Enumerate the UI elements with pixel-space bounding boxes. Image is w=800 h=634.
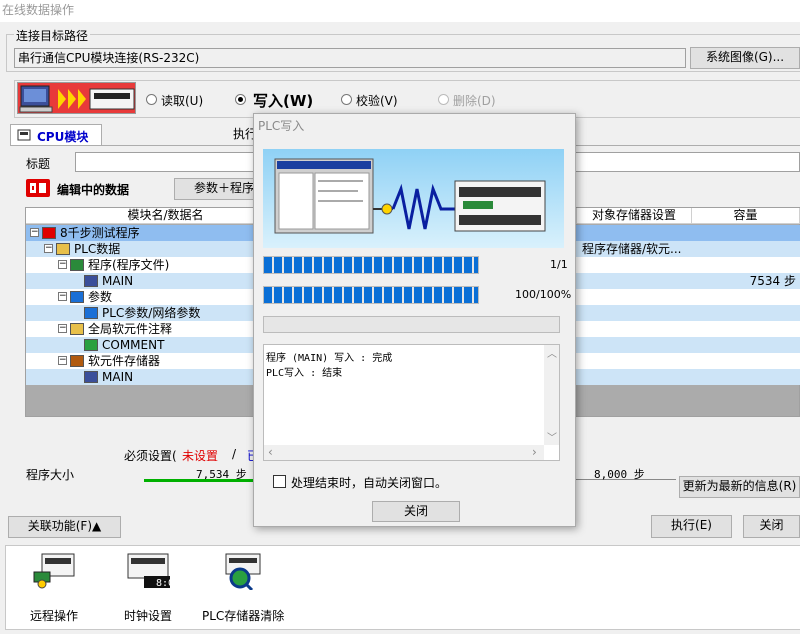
comment-icon [84, 339, 98, 351]
write-radio[interactable] [235, 94, 246, 105]
delete-radio [438, 94, 449, 105]
scroll-left-icon[interactable]: ‹ [268, 445, 273, 459]
auto-close-label[interactable]: 处理结束时，自动关闭窗口。 [291, 474, 447, 491]
title-field-label: 标题 [26, 157, 51, 171]
refresh-info-button[interactable]: 更新为最新的信息(R) [679, 476, 800, 498]
related-functions-panel: 远程操作 8:00 时钟设置 PLC存储器清除 [5, 545, 800, 630]
editing-data-label: 编辑中的数据 [57, 183, 130, 197]
log-area[interactable]: 程序 (MAIN) 写入 : 完成 PLC写入 : 结束 ︿ ﹀ ‹ › [263, 344, 560, 461]
system-image-button[interactable]: 系统图像(G)... [690, 47, 800, 69]
read-radio[interactable] [146, 94, 157, 105]
collapse-icon[interactable]: − [58, 260, 67, 269]
overall-progress-fill [264, 257, 478, 273]
collapse-icon[interactable]: − [44, 244, 53, 253]
log-line-2: PLC写入 : 结束 [266, 368, 343, 379]
write-animation-icon [17, 82, 136, 114]
required-setting-prefix: 必须设置( [124, 449, 177, 463]
overall-progress-bar [263, 256, 479, 274]
plc-memory-clear-shortcut[interactable]: PLC存储器清除 [198, 550, 290, 626]
status-bar [263, 316, 560, 333]
log-line-1: 程序 (MAIN) 写入 : 完成 [266, 353, 393, 364]
overall-progress-text: 1/1 [550, 258, 568, 271]
connection-path-field[interactable]: 串行通信CPU模块连接(RS-232C) [14, 48, 686, 68]
cpu-module-icon [17, 129, 31, 141]
read-label[interactable]: 读取(U) [161, 92, 203, 109]
editing-data-icon [26, 179, 50, 197]
plc-memory-clear-icon [225, 553, 261, 590]
parameter-folder-icon [70, 291, 84, 303]
capacity-value: 8,000 步 [594, 468, 645, 481]
row-name: 参数 [88, 290, 113, 304]
scroll-right-icon[interactable]: › [532, 445, 537, 459]
related-functions-button[interactable]: 关联功能(F)▲ [8, 516, 121, 538]
clock-setting-time: 8:00 [156, 578, 181, 589]
row-name: 软元件存储器 [88, 354, 161, 368]
dialog-close-button[interactable]: 关闭 [372, 501, 460, 522]
program-file-icon [84, 275, 98, 287]
column-header-target[interactable]: 对象存储器设置 [576, 208, 692, 223]
program-size-bar [144, 479, 254, 482]
current-progress-fill [264, 287, 478, 303]
log-horizontal-scrollbar[interactable]: ‹ › [264, 445, 544, 460]
row-name: PLC参数/网络参数 [102, 306, 201, 320]
current-progress-text: 100/100% [515, 288, 572, 301]
current-progress-bar [263, 286, 479, 304]
verify-radio[interactable] [341, 94, 352, 105]
row-capacity: 7534 步 [749, 274, 796, 288]
remote-operation-label: 远程操作 [30, 609, 79, 623]
row-name: PLC数据 [74, 242, 121, 256]
row-name: MAIN [102, 370, 134, 384]
collapse-icon[interactable]: − [58, 356, 67, 365]
verify-label[interactable]: 校验(V) [356, 92, 398, 109]
column-header-capacity[interactable]: 容量 [692, 208, 800, 223]
row-name: 全局软元件注释 [88, 322, 173, 336]
execute-button[interactable]: 执行(E) [651, 515, 732, 538]
auto-close-checkbox[interactable] [273, 475, 286, 488]
delete-label: 删除(D) [453, 94, 496, 108]
plc-write-dialog: PLC写入 1/1 100/100% 程序 (MAIN) 写入 : 完成 PLC… [253, 113, 576, 527]
parameter-icon [84, 307, 98, 319]
clock-setting-shortcut[interactable]: 8:00 时钟设置 [118, 550, 188, 626]
device-memory-icon [84, 371, 98, 383]
required-slash: / [232, 447, 237, 461]
window-title: 在线数据操作 [0, 0, 800, 22]
remote-operation-icon [33, 553, 75, 589]
required-not-set: 未设置 [182, 449, 219, 463]
dialog-title: PLC写入 [254, 114, 575, 138]
log-vertical-scrollbar[interactable]: ︿ ﹀ [544, 345, 559, 445]
scroll-up-icon[interactable]: ︿ [547, 345, 557, 360]
plc-memory-clear-label: PLC存储器清除 [202, 609, 285, 623]
program-folder-icon [70, 259, 84, 271]
tab-cpu-module[interactable]: CPU模块 [10, 124, 102, 146]
program-size-label: 程序大小 [26, 468, 75, 482]
write-label[interactable]: 写入(W) [253, 90, 313, 111]
collapse-icon[interactable]: − [58, 292, 67, 301]
row-name: MAIN [102, 274, 134, 288]
plc-write-illustration [263, 149, 564, 248]
collapse-icon[interactable]: − [30, 228, 39, 237]
row-name: 程序(程序文件) [88, 258, 170, 272]
folder-icon [56, 243, 70, 255]
comment-folder-icon [70, 323, 84, 335]
remote-operation-shortcut[interactable]: 远程操作 [24, 550, 94, 626]
row-name: COMMENT [102, 338, 165, 352]
tab-cpu-module-label: CPU模块 [37, 130, 89, 144]
device-memory-folder-icon [70, 355, 84, 367]
clock-setting-label: 时钟设置 [124, 609, 173, 623]
row-name: 8千步测试程序 [60, 226, 140, 240]
row-target: 程序存储器/软元... [582, 242, 682, 256]
connection-group-label: 连接目标路径 [14, 27, 91, 44]
close-button[interactable]: 关闭 [743, 515, 800, 538]
collapse-icon[interactable]: − [58, 324, 67, 333]
plc-project-icon [42, 227, 56, 239]
scroll-down-icon[interactable]: ﹀ [547, 429, 557, 444]
